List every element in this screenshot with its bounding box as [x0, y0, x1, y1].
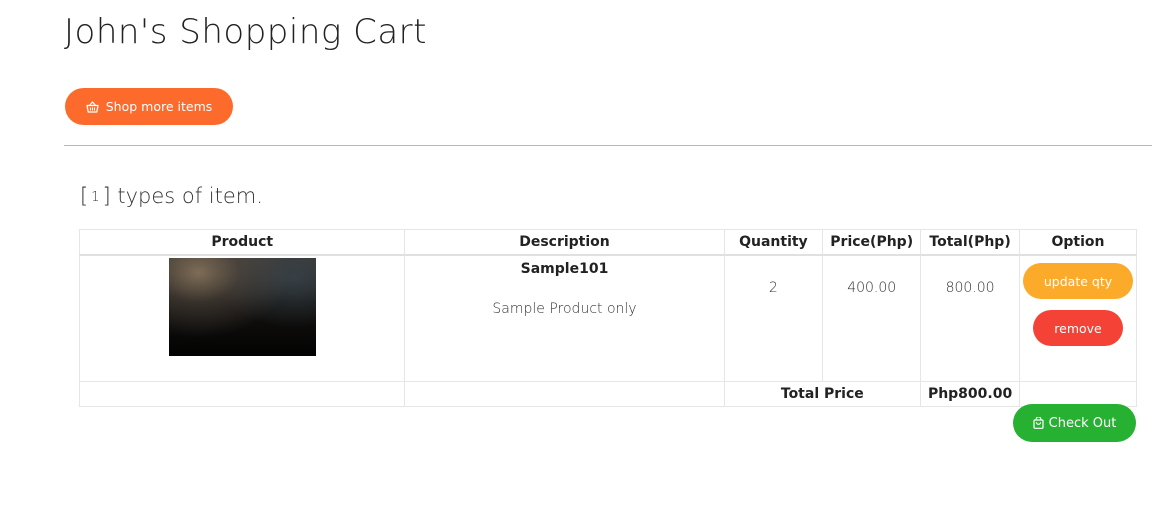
total-row: Total Price Php800.00 — [78, 381, 1137, 407]
table-header-row: Product Description Quantity Price(Php) … — [78, 229, 1137, 256]
check-out-label: Check Out — [1048, 415, 1117, 431]
header-description: Description — [404, 229, 725, 256]
option-cell: update qty remove — [1019, 254, 1137, 382]
header-product: Product — [78, 229, 406, 256]
description-cell: Sample101 Sample Product only — [404, 254, 725, 382]
shopping-bag-icon — [1033, 417, 1044, 429]
header-total: Total(Php) — [920, 229, 1021, 256]
header-quantity: Quantity — [723, 229, 824, 256]
check-out-button[interactable]: Check Out — [1013, 404, 1136, 442]
product-name: Sample101 — [520, 261, 609, 277]
table-row: Sample101 Sample Product only 2 400.00 8… — [78, 254, 1137, 382]
quantity-value: 2 — [723, 254, 824, 382]
count-number: 1 — [91, 190, 100, 205]
header-price: Price(Php) — [822, 229, 922, 256]
item-type-count: [1] types of item. — [80, 184, 263, 208]
cart-table: Product Description Quantity Price(Php) … — [78, 229, 1137, 407]
count-text: ] types of item. — [102, 184, 263, 208]
total-price-value: Php800.00 — [920, 381, 1021, 407]
shop-more-items-label: Shop more items — [105, 99, 213, 114]
total-row-empty-description — [404, 381, 725, 407]
product-cell — [78, 254, 406, 382]
remove-button[interactable]: remove — [1033, 310, 1123, 346]
section-divider — [64, 145, 1152, 146]
total-price-label: Total Price — [723, 381, 922, 407]
product-image — [168, 258, 316, 356]
price-value: 400.00 — [822, 254, 922, 382]
shop-more-items-button[interactable]: Shop more items — [65, 88, 233, 125]
update-qty-button[interactable]: update qty — [1023, 263, 1133, 299]
product-description: Sample Product only — [492, 301, 637, 317]
page-title: John's Shopping Cart — [64, 12, 427, 52]
total-value: 800.00 — [920, 254, 1021, 382]
total-row-empty-option — [1019, 381, 1137, 407]
header-option: Option — [1019, 229, 1137, 256]
cart-page: John's Shopping Cart Shop more items [1]… — [0, 0, 1152, 528]
count-open-bracket: [ — [80, 184, 89, 208]
basket-icon — [86, 100, 99, 113]
total-row-empty-product — [78, 381, 406, 407]
